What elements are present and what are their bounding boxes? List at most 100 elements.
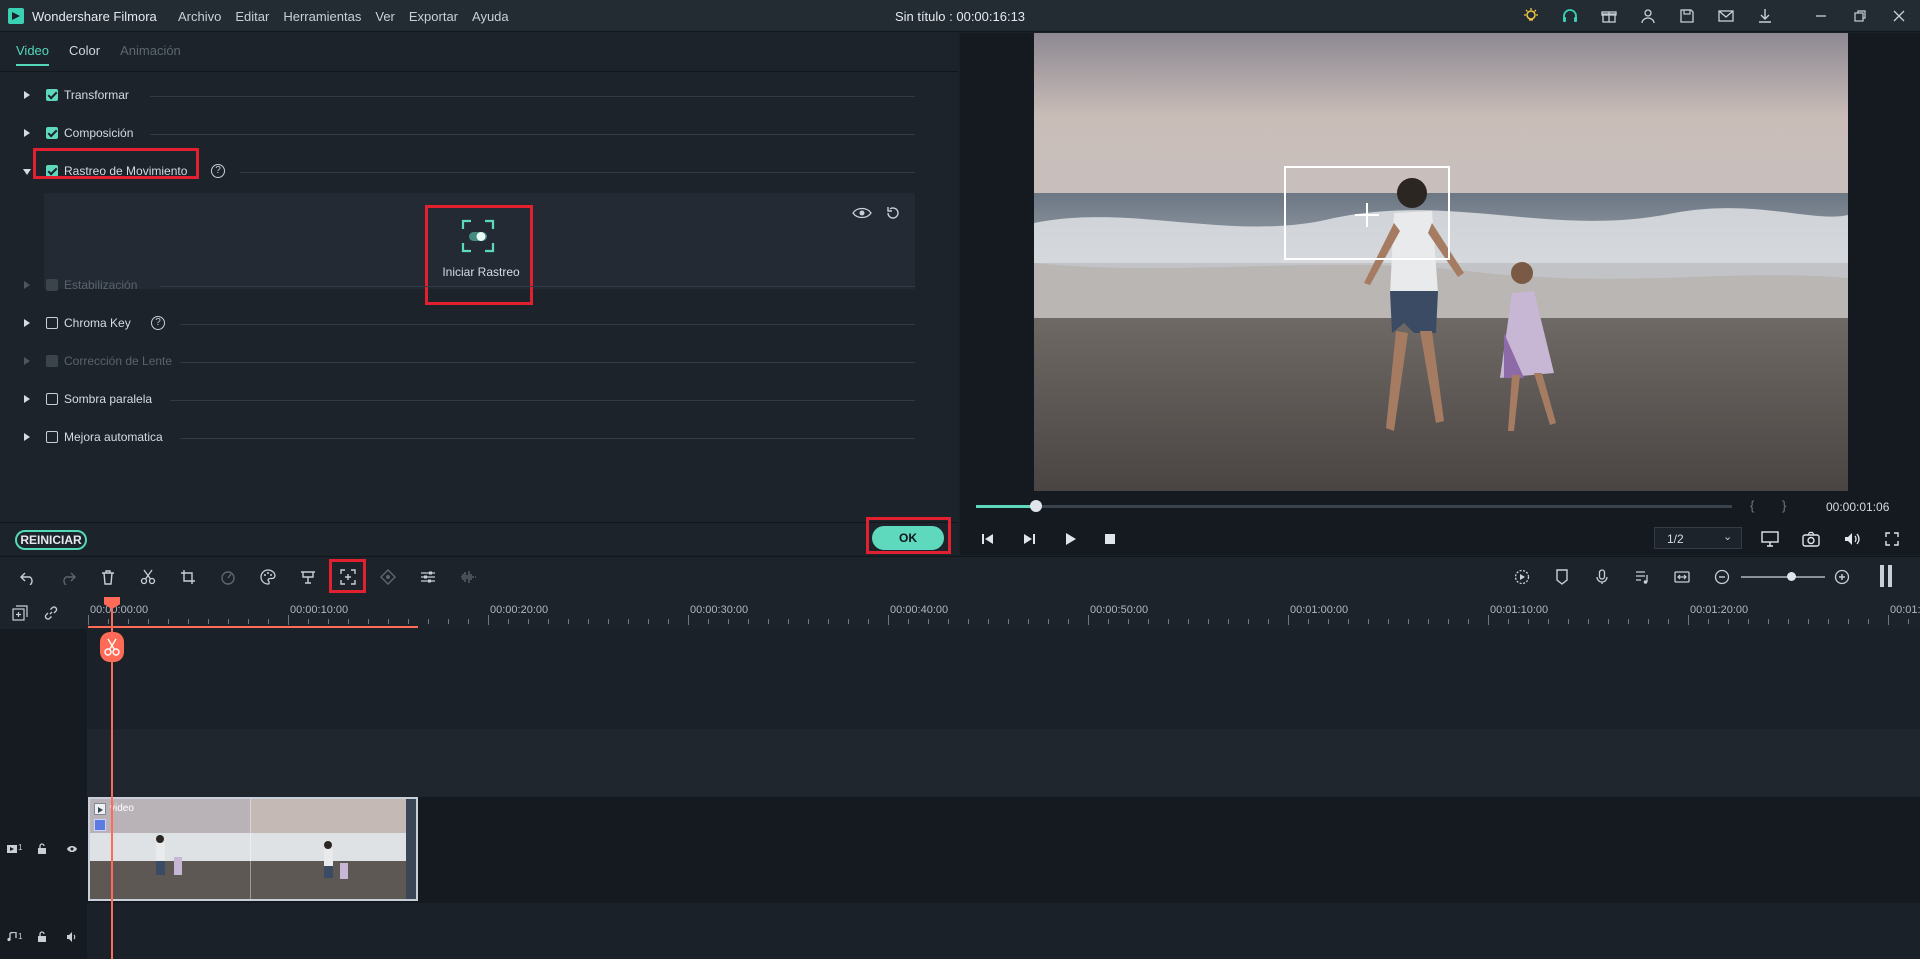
menu-item-editar[interactable]: Editar xyxy=(235,9,269,24)
preview-progress-track[interactable] xyxy=(976,505,1732,508)
menu-item-exportar[interactable]: Exportar xyxy=(409,9,458,24)
expand-arrow-icon[interactable] xyxy=(24,129,30,137)
reset-icon[interactable] xyxy=(885,205,901,221)
ruler-minor-tick xyxy=(1448,619,1449,624)
scissors-icon[interactable] xyxy=(140,569,156,585)
headset-icon[interactable] xyxy=(1561,7,1579,25)
video-preview[interactable] xyxy=(1034,33,1848,491)
restore-icon[interactable] xyxy=(1851,7,1869,25)
zoom-slider-handle[interactable] xyxy=(1787,572,1796,581)
green-screen-icon[interactable] xyxy=(300,569,316,585)
audio-waveform-icon[interactable] xyxy=(460,569,476,585)
section-sombra-paralela[interactable]: Sombra paralela xyxy=(20,390,915,410)
ruler-minor-tick xyxy=(728,619,729,624)
menu-item-herramientas[interactable]: Herramientas xyxy=(283,9,361,24)
speed-icon[interactable] xyxy=(220,569,236,585)
mejora-automatica-checkbox[interactable] xyxy=(46,431,58,443)
crop-icon[interactable] xyxy=(180,569,196,585)
chevron-down-icon: ⌄ xyxy=(1723,531,1733,543)
keyframe-icon[interactable] xyxy=(380,569,396,585)
palette-icon[interactable] xyxy=(260,569,276,585)
zoom-in-icon[interactable] xyxy=(1834,569,1850,585)
collapse-arrow-icon[interactable] xyxy=(23,169,31,175)
lightbulb-icon[interactable] xyxy=(1522,7,1540,25)
reset-button[interactable]: REINICIAR xyxy=(15,530,87,550)
ruler-minor-tick xyxy=(1068,619,1069,624)
download-icon[interactable] xyxy=(1756,7,1774,25)
tab-color[interactable]: Color xyxy=(69,43,100,66)
volume-icon[interactable] xyxy=(1843,531,1861,547)
motion-tracking-panel: Iniciar Rastreo xyxy=(44,193,915,305)
section-chroma-key[interactable]: Chroma Key ? xyxy=(20,314,915,334)
ruler-minor-tick xyxy=(908,619,909,624)
eye-icon[interactable] xyxy=(66,843,78,855)
speaker-icon[interactable] xyxy=(66,931,78,943)
zoom-out-icon[interactable] xyxy=(1714,569,1730,585)
mark-in-icon[interactable]: { xyxy=(1750,498,1754,513)
play-icon[interactable] xyxy=(1062,531,1078,547)
step-forward-icon[interactable] xyxy=(1021,531,1037,547)
clip-label: video xyxy=(110,803,134,814)
video-clip[interactable]: video xyxy=(88,797,418,901)
microphone-icon[interactable] xyxy=(1594,569,1610,585)
preview-progress-handle[interactable] xyxy=(1030,500,1042,512)
timeline-ruler[interactable]: 00:00:00:00 00:00:10:00 00:00:20:00 00:0… xyxy=(0,597,1920,629)
eye-icon[interactable] xyxy=(852,205,872,221)
estabilizacion-checkbox xyxy=(46,279,58,291)
chroma-key-checkbox[interactable] xyxy=(46,317,58,329)
expand-arrow-icon[interactable] xyxy=(24,319,30,327)
user-icon[interactable] xyxy=(1639,7,1657,25)
ruler-minor-tick xyxy=(1308,619,1309,624)
split-scissors-button[interactable] xyxy=(100,632,124,662)
panel-toggle-left[interactable] xyxy=(1880,565,1884,587)
composicion-checkbox[interactable] xyxy=(46,127,58,139)
mark-out-icon[interactable]: } xyxy=(1782,498,1786,513)
snapshot-icon[interactable] xyxy=(1802,531,1820,547)
help-icon[interactable]: ? xyxy=(151,316,165,330)
menu-item-ver[interactable]: Ver xyxy=(375,9,395,24)
marker-icon[interactable] xyxy=(1554,569,1570,585)
help-icon[interactable]: ? xyxy=(211,164,225,178)
transformar-checkbox[interactable] xyxy=(46,89,58,101)
ruler-minor-tick xyxy=(1548,619,1549,624)
ruler-label: 00:00:50:00 xyxy=(1090,604,1149,616)
render-icon[interactable] xyxy=(1514,569,1530,585)
step-back-icon[interactable] xyxy=(980,531,996,547)
lock-icon[interactable] xyxy=(36,843,48,855)
delete-icon[interactable] xyxy=(100,569,116,585)
save-icon[interactable] xyxy=(1678,7,1696,25)
expand-arrow-icon xyxy=(24,357,30,365)
undo-icon[interactable] xyxy=(20,569,36,585)
sombra-paralela-checkbox[interactable] xyxy=(46,393,58,405)
minimize-icon[interactable] xyxy=(1812,7,1830,25)
fullscreen-icon[interactable] xyxy=(1884,531,1900,547)
expand-arrow-icon[interactable] xyxy=(24,395,30,403)
adjust-icon[interactable] xyxy=(420,569,436,585)
section-mejora-automatica[interactable]: Mejora automatica xyxy=(20,428,915,448)
ruler-minor-tick xyxy=(1908,619,1909,624)
stop-icon[interactable] xyxy=(1102,531,1118,547)
quality-select[interactable]: 1/2 ⌄ xyxy=(1654,527,1742,549)
track-header-column xyxy=(0,629,87,959)
section-composicion[interactable]: Composición xyxy=(20,124,915,144)
monitor-icon[interactable] xyxy=(1761,531,1779,547)
divider xyxy=(170,400,915,401)
timeline-tracks[interactable] xyxy=(0,629,1920,959)
ruler-minor-tick xyxy=(1468,619,1469,624)
voiceover-list-icon[interactable] xyxy=(1634,569,1650,585)
lock-icon[interactable] xyxy=(36,931,48,943)
menu-item-archivo[interactable]: Archivo xyxy=(178,9,221,24)
menu-item-ayuda[interactable]: Ayuda xyxy=(472,9,509,24)
redo-icon[interactable] xyxy=(60,569,76,585)
mail-icon[interactable] xyxy=(1717,7,1735,25)
section-transformar[interactable]: Transformar xyxy=(20,86,915,106)
gift-icon[interactable] xyxy=(1600,7,1618,25)
snap-icon[interactable] xyxy=(1674,569,1690,585)
expand-arrow-icon[interactable] xyxy=(24,433,30,441)
zoom-slider[interactable] xyxy=(1741,576,1825,578)
close-icon[interactable] xyxy=(1890,7,1908,25)
ruler-minor-tick xyxy=(1808,619,1809,624)
tab-video[interactable]: Video xyxy=(16,43,50,66)
expand-arrow-icon[interactable] xyxy=(24,91,30,99)
panel-toggle-right[interactable] xyxy=(1888,565,1892,587)
